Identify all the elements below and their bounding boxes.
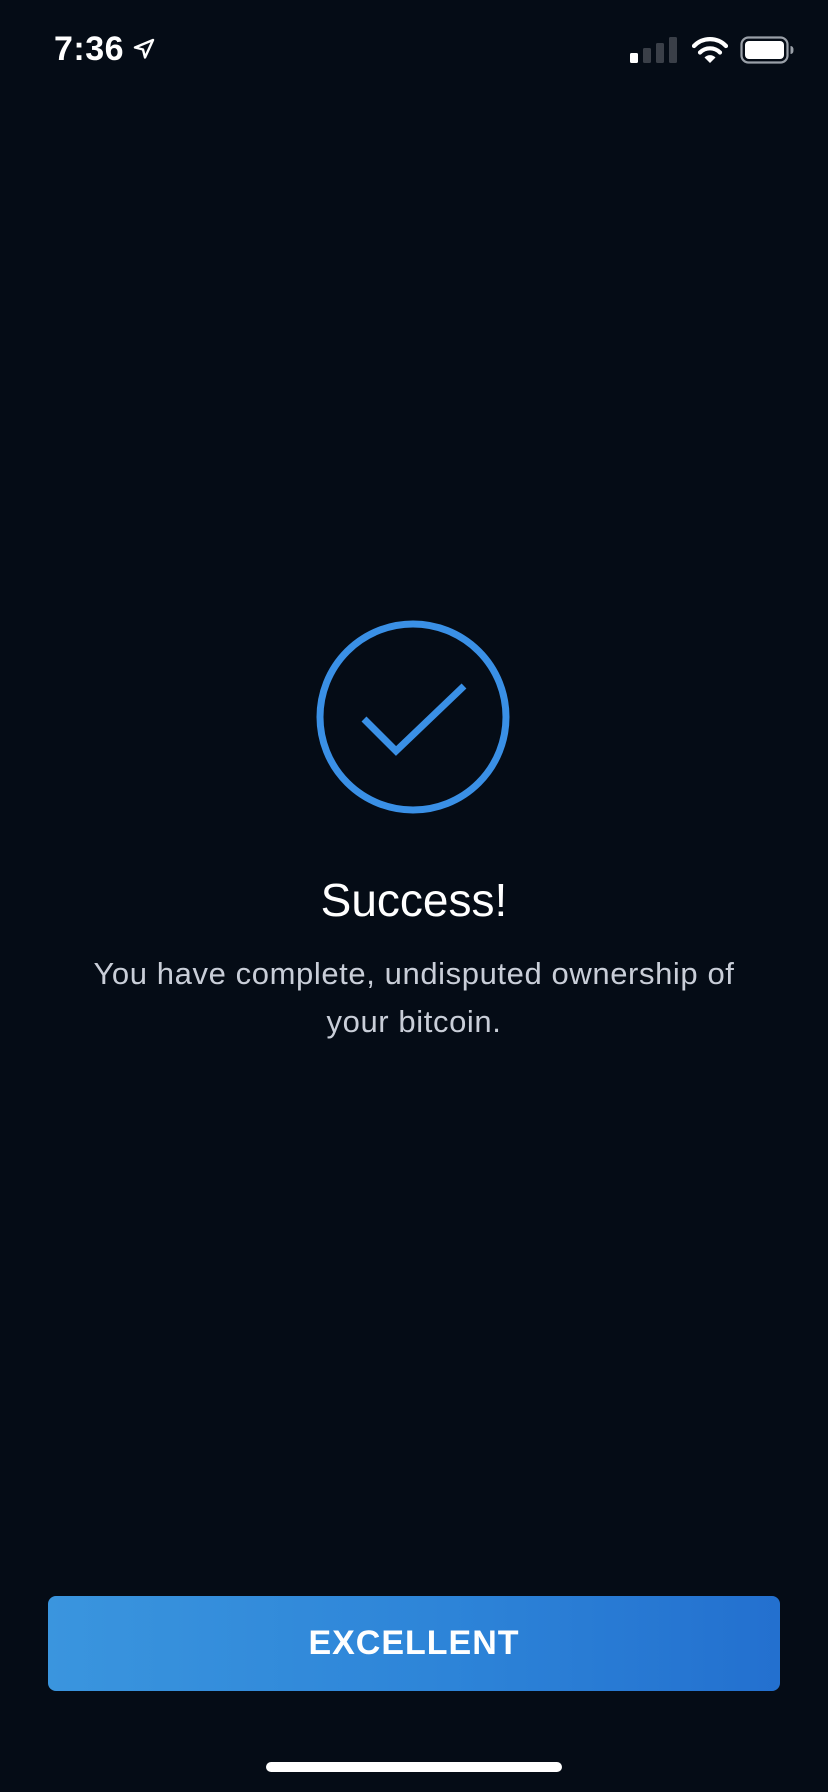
success-message: You have complete, undisputed ownership …	[93, 956, 735, 1039]
success-screen: 7:36 Success! You have complete, undispu…	[0, 0, 828, 1792]
location-arrow-icon	[133, 38, 155, 59]
wifi-icon	[692, 37, 728, 63]
status-indicators	[630, 36, 794, 64]
success-title: Success!	[320, 874, 508, 926]
battery-icon	[740, 36, 794, 64]
cellular-signal-icon	[630, 37, 677, 63]
status-bar: 7:36	[0, 0, 828, 100]
status-time: 7:36	[54, 30, 125, 68]
clock-group: 7:36	[54, 28, 156, 70]
checkmark-circle-icon	[316, 620, 510, 814]
excellent-button[interactable]: EXCELLENT	[48, 1596, 780, 1691]
home-indicator[interactable]	[266, 1762, 562, 1772]
